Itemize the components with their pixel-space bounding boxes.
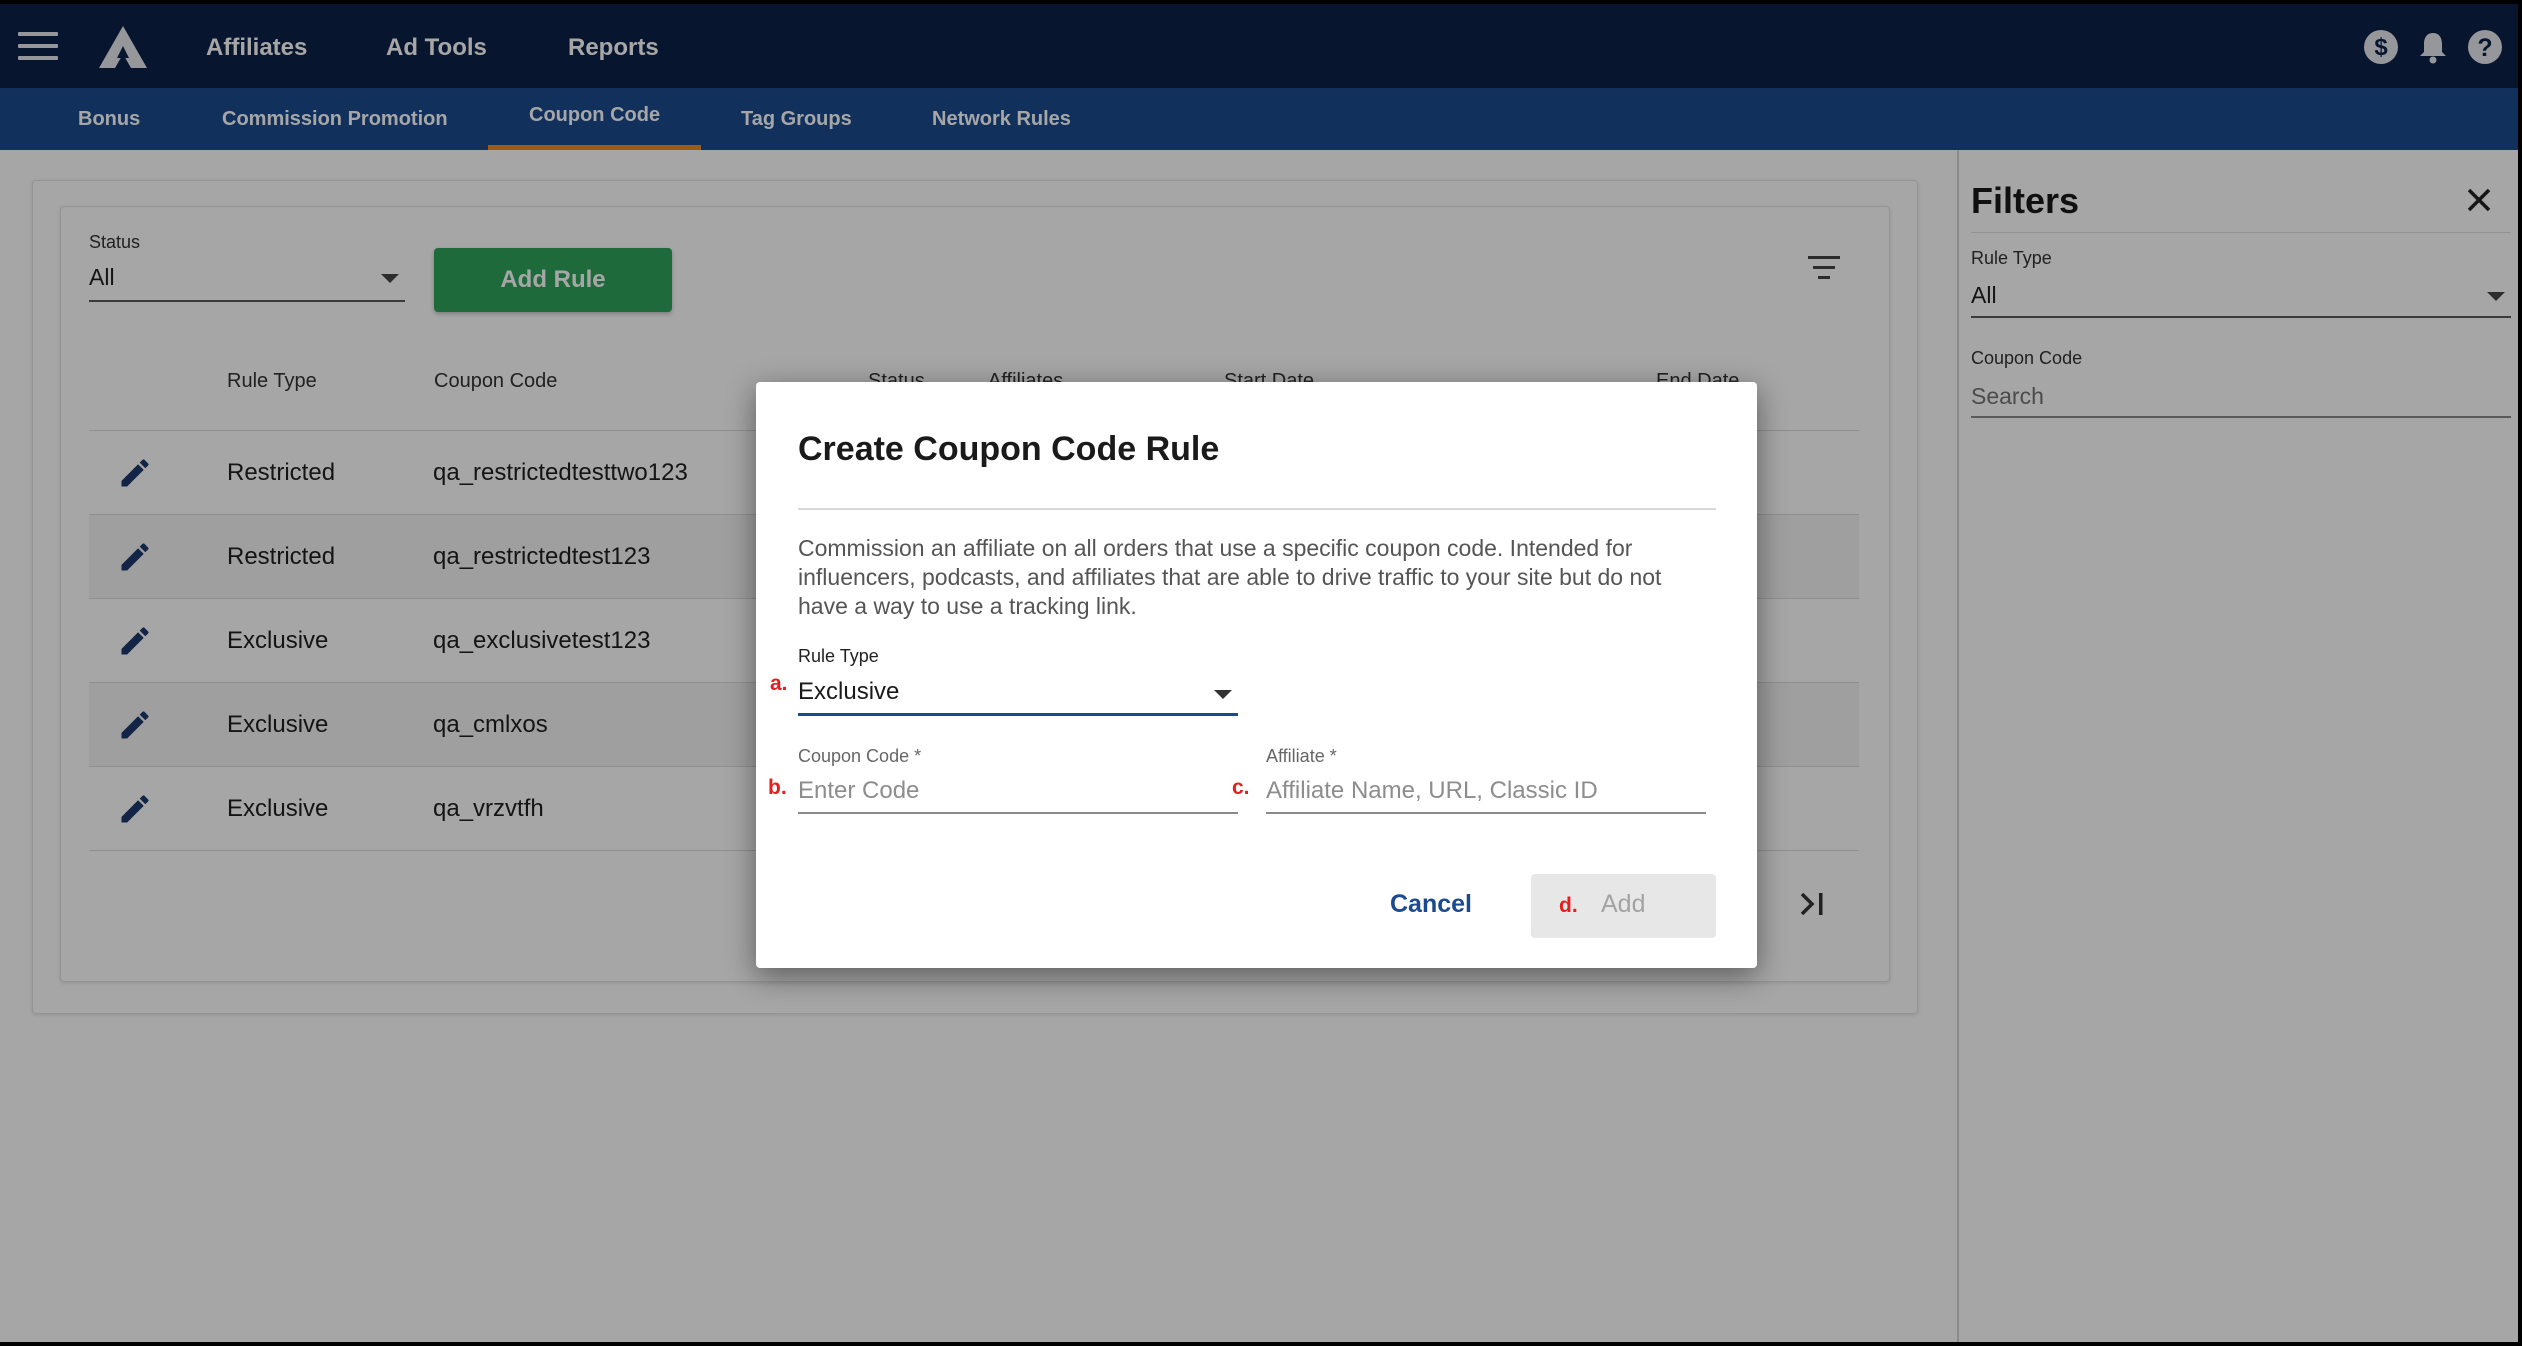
add-button-label: Add — [1601, 890, 1646, 918]
coupon-code-input[interactable] — [798, 770, 1238, 814]
rule-type-label: Rule Type — [798, 646, 879, 666]
add-button[interactable]: d. Add — [1531, 874, 1716, 938]
screen-edge-top — [0, 0, 2522, 4]
annotation-marker-a: a. — [770, 672, 788, 695]
create-coupon-code-rule-dialog: Create Coupon Code Rule Commission an af… — [756, 382, 1757, 968]
rule-type-value: Exclusive — [798, 678, 900, 705]
affiliate-label: Affiliate * — [1266, 746, 1337, 766]
dialog-title: Create Coupon Code Rule — [798, 430, 1220, 468]
dialog-divider — [798, 508, 1716, 510]
annotation-marker-c: c. — [1232, 776, 1250, 799]
affiliate-search-input[interactable] — [1266, 770, 1706, 814]
dialog-description: Commission an affiliate on all orders th… — [798, 535, 1662, 619]
rule-type-select[interactable]: Exclusive — [798, 672, 1238, 716]
annotation-marker-d: d. — [1559, 894, 1578, 917]
chevron-down-icon — [1214, 690, 1232, 699]
annotation-marker-b: b. — [768, 776, 787, 799]
app-frame: Affiliates Ad Tools Reports $ ? Bonus Co… — [0, 0, 2522, 1346]
coupon-code-label: Coupon Code * — [798, 746, 922, 766]
screen-edge-right — [2518, 0, 2522, 1346]
screen-edge-bottom — [0, 1342, 2522, 1346]
cancel-button[interactable]: Cancel — [1390, 890, 1472, 919]
